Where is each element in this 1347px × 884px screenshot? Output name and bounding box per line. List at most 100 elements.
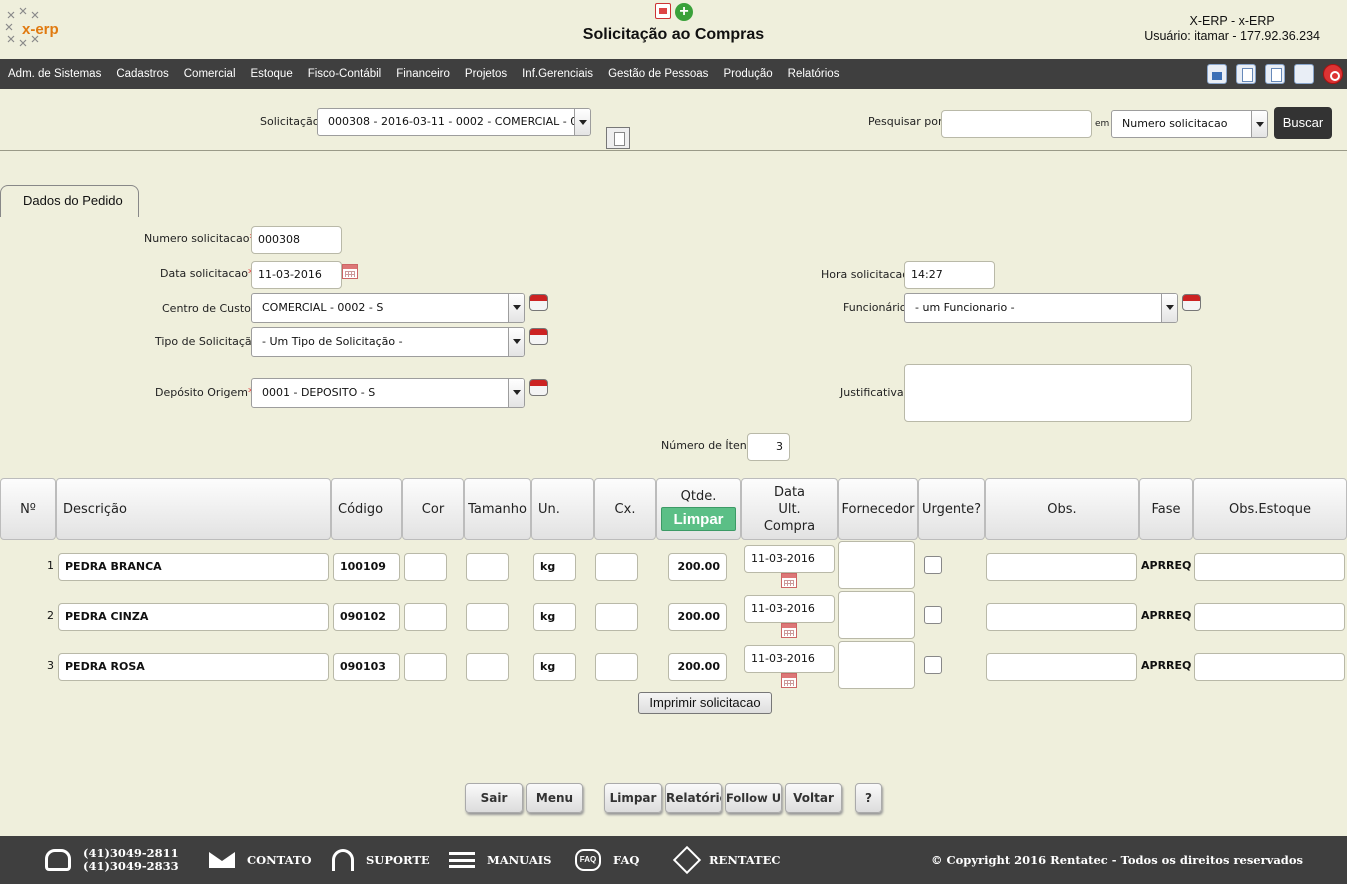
tipo-solicitacao-select[interactable]: - Um Tipo de Solicitação -: [251, 327, 525, 357]
search-field-select[interactable]: Numero solicitacao: [1111, 110, 1268, 138]
footer-faq[interactable]: FAQ FAQ: [575, 836, 639, 884]
fornecedor-input[interactable]: [838, 591, 915, 639]
relatorio-button[interactable]: Relatório: [665, 783, 722, 813]
cx-input[interactable]: [595, 603, 638, 631]
sair-button[interactable]: Sair: [465, 783, 523, 813]
justificativa-textarea[interactable]: [904, 364, 1192, 422]
footer-rentatec[interactable]: RENTATEC: [672, 836, 781, 884]
obs-estoque-input[interactable]: [1194, 603, 1345, 631]
data-solicitacao-input[interactable]: 11-03-2016: [251, 261, 342, 289]
numero-itens-input[interactable]: 3: [747, 433, 790, 461]
menu-item-inf-gerenciais[interactable]: Inf.Gerenciais: [514, 68, 600, 80]
limpar-qtde-button[interactable]: Limpar: [661, 506, 736, 531]
centro-custo-select[interactable]: COMERCIAL - 0002 - S: [251, 293, 525, 323]
calendar-icon[interactable]: [342, 264, 358, 279]
codigo-input[interactable]: 100109: [333, 553, 400, 581]
urgente-checkbox[interactable]: [924, 556, 942, 574]
tamanho-input[interactable]: [466, 653, 509, 681]
descricao-input[interactable]: PEDRA ROSA: [58, 653, 329, 681]
cor-input[interactable]: [404, 603, 447, 631]
imprimir-solicitacao-button[interactable]: Imprimir solicitacao: [638, 692, 772, 714]
print-doc-icon[interactable]: [606, 127, 630, 149]
add-centro-custo-icon[interactable]: [529, 294, 548, 311]
obs-input[interactable]: [986, 653, 1137, 681]
menu-item-producao[interactable]: Produção: [715, 68, 779, 80]
codigo-input[interactable]: 090102: [333, 603, 400, 631]
urgente-checkbox[interactable]: [924, 606, 942, 624]
data-ult-compra-input[interactable]: 11-03-2016: [744, 545, 835, 573]
search-input[interactable]: [941, 110, 1092, 138]
descricao-input[interactable]: PEDRA BRANCA: [58, 553, 329, 581]
footer-suporte[interactable]: SUPORTE: [332, 836, 430, 884]
document-icon[interactable]: [1236, 64, 1256, 84]
menu-item-fisco-contabil[interactable]: Fisco-Contábil: [300, 68, 389, 80]
menu-item-gestao-pessoas[interactable]: Gestão de Pessoas: [600, 68, 715, 80]
un-input[interactable]: kg: [533, 603, 576, 631]
funcionario-select[interactable]: - um Funcionario -: [904, 293, 1178, 323]
menu-item-relatorios[interactable]: Relatórios: [780, 68, 847, 80]
footer: (41)3049-2811 (41)3049-2833 CONTATO SUPO…: [0, 836, 1347, 884]
menu-item-financeiro[interactable]: Financeiro: [388, 68, 457, 80]
tamanho-input[interactable]: [466, 603, 509, 631]
data-ult-compra-input[interactable]: 11-03-2016: [744, 645, 835, 673]
calendar-icon[interactable]: [781, 673, 797, 688]
add-icon[interactable]: +: [675, 3, 693, 21]
data-solicitacao-label-text: Data solicitacao: [160, 267, 249, 280]
cx-input[interactable]: [595, 553, 638, 581]
calendar-icon[interactable]: [781, 623, 797, 638]
help-icon[interactable]: [1294, 64, 1314, 84]
pdf-icon[interactable]: [655, 3, 671, 19]
tab-dados-do-pedido[interactable]: Dados do Pedido: [0, 185, 139, 217]
data-ult-compra-input[interactable]: 11-03-2016: [744, 595, 835, 623]
menu-item-projetos[interactable]: Projetos: [457, 68, 514, 80]
em-label: em: [1095, 119, 1110, 129]
report-icon[interactable]: [1265, 64, 1285, 84]
limpar-button[interactable]: Limpar: [604, 783, 662, 813]
footer-contato[interactable]: CONTATO: [209, 836, 311, 884]
power-icon[interactable]: [1323, 64, 1343, 84]
urgente-checkbox[interactable]: [924, 656, 942, 674]
codigo-input[interactable]: 090103: [333, 653, 400, 681]
obs-input[interactable]: [986, 603, 1137, 631]
col-header-num: Nº: [0, 478, 56, 540]
home-icon[interactable]: [1207, 64, 1227, 84]
un-input[interactable]: kg: [533, 553, 576, 581]
deposito-origem-select[interactable]: 0001 - DEPOSITO - S: [251, 378, 525, 408]
numero-solicitacao-input[interactable]: 000308: [251, 226, 342, 254]
add-tipo-solicitacao-icon[interactable]: [529, 328, 548, 345]
help-button[interactable]: ?: [855, 783, 882, 813]
add-deposito-icon[interactable]: [529, 379, 548, 396]
buscar-button[interactable]: Buscar: [1274, 107, 1332, 139]
cx-input[interactable]: [595, 653, 638, 681]
obs-input[interactable]: [986, 553, 1137, 581]
menu-items: Adm. de Sistemas Cadastros Comercial Est…: [0, 59, 846, 89]
menu-button[interactable]: Menu: [526, 783, 583, 813]
system-info: X-ERP - x-ERP Usuário: itamar - 177.92.3…: [1144, 14, 1320, 44]
menu-item-estoque[interactable]: Estoque: [243, 68, 300, 80]
fornecedor-input[interactable]: [838, 641, 915, 689]
hora-solicitacao-input[interactable]: 14:27: [904, 261, 995, 289]
network-icon: [672, 845, 702, 875]
add-funcionario-icon[interactable]: [1182, 294, 1201, 311]
obs-estoque-input[interactable]: [1194, 553, 1345, 581]
voltar-button[interactable]: Voltar: [785, 783, 842, 813]
un-input[interactable]: kg: [533, 653, 576, 681]
obs-estoque-input[interactable]: [1194, 653, 1345, 681]
menu-item-cadastros[interactable]: Cadastros: [108, 68, 175, 80]
qtde-input[interactable]: 200.00: [668, 603, 727, 631]
qtde-input[interactable]: 200.00: [668, 553, 727, 581]
menu-item-comercial[interactable]: Comercial: [176, 68, 243, 80]
footer-manuais[interactable]: MANUAIS: [449, 836, 551, 884]
calendar-icon[interactable]: [781, 573, 797, 588]
tamanho-input[interactable]: [466, 553, 509, 581]
user-info: Usuário: itamar - 177.92.36.234: [1144, 29, 1320, 43]
followup-button[interactable]: Follow Up: [725, 783, 782, 813]
qtde-input[interactable]: 200.00: [668, 653, 727, 681]
data-header-line3: Compra: [763, 518, 816, 534]
solicitacao-select[interactable]: 000308 - 2016-03-11 - 0002 - COMERCIAL -…: [317, 108, 591, 136]
descricao-input[interactable]: PEDRA CINZA: [58, 603, 329, 631]
menu-item-adm-sistemas[interactable]: Adm. de Sistemas: [0, 68, 108, 80]
cor-input[interactable]: [404, 653, 447, 681]
fornecedor-input[interactable]: [838, 541, 915, 589]
cor-input[interactable]: [404, 553, 447, 581]
